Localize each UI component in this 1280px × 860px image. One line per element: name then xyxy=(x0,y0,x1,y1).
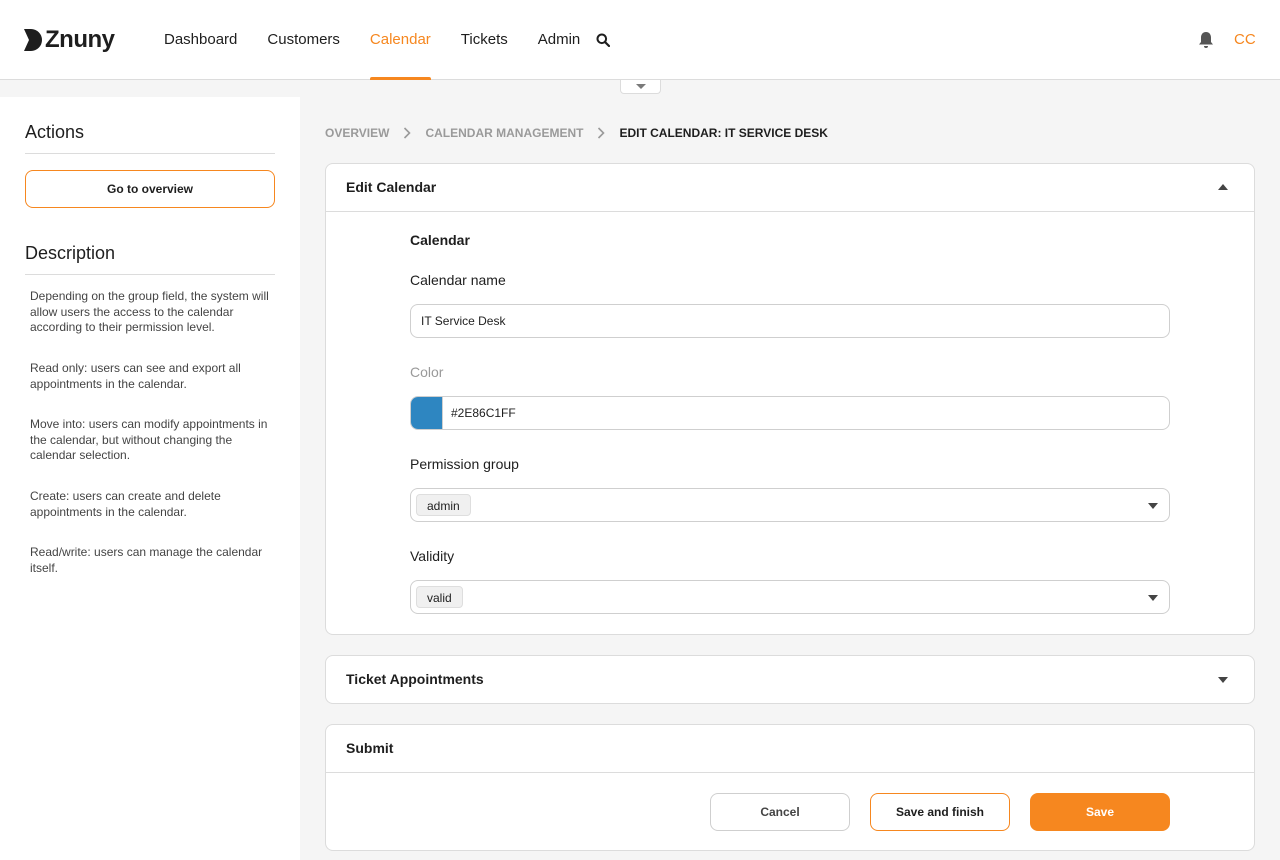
description-heading: Description xyxy=(25,243,275,275)
znuny-logo[interactable]: Znuny xyxy=(20,27,115,53)
color-swatch[interactable] xyxy=(411,397,443,429)
description-paragraph: Move into: users can modify appointments… xyxy=(30,417,268,462)
submit-panel-header: Submit xyxy=(326,725,1254,772)
validity-label: Validity xyxy=(410,548,455,564)
chevron-right-icon xyxy=(404,127,412,139)
selected-tag: valid xyxy=(416,586,463,608)
selected-tag: admin xyxy=(416,494,471,516)
chevron-down-icon xyxy=(1148,595,1158,601)
breadcrumb-overview[interactable]: Overview xyxy=(325,126,389,140)
chevron-up-icon xyxy=(1218,184,1228,190)
section-title: Calendar xyxy=(410,232,470,248)
save-button[interactable]: Save xyxy=(1030,793,1170,831)
description-paragraph: Depending on the group field, the system… xyxy=(30,289,269,334)
description-paragraph: Read/write: users can manage the calenda… xyxy=(30,545,263,575)
ticket-appointments-panel: Ticket Appointments xyxy=(325,655,1255,704)
edit-calendar-panel: Edit Calendar Calendar Calendar name Col… xyxy=(325,163,1255,635)
nav-customers[interactable]: Customers xyxy=(267,0,340,80)
calendar-name-label: Calendar name xyxy=(410,272,506,288)
top-navigation-bar: Znuny Dashboard Customers Calendar Ticke… xyxy=(0,0,1280,80)
panel-title: Edit Calendar xyxy=(346,179,437,195)
description-paragraph: Read only: users can see and export all … xyxy=(30,361,241,391)
validity-select[interactable]: valid xyxy=(410,580,1170,614)
nav-calendar[interactable]: Calendar xyxy=(369,0,431,80)
chevron-down-icon xyxy=(1148,503,1158,509)
znuny-logo-icon xyxy=(24,29,42,51)
permission-group-select[interactable]: admin xyxy=(410,488,1170,522)
breadcrumb-calendar-management[interactable]: Calendar Management xyxy=(425,126,583,140)
description-paragraph: Create: users can create and delete appo… xyxy=(30,489,221,519)
save-and-finish-button[interactable]: Save and finish xyxy=(870,793,1010,831)
panel-title: Submit xyxy=(346,740,394,756)
brand-name: Znuny xyxy=(45,26,115,53)
ticket-appointments-panel-header[interactable]: Ticket Appointments xyxy=(326,656,1254,703)
main-nav: Dashboard Customers Calendar Tickets Adm… xyxy=(164,0,610,80)
go-to-overview-button[interactable]: Go to overview xyxy=(25,170,275,208)
breadcrumb-current: Edit Calendar: IT Service Desk xyxy=(619,126,828,140)
nav-tickets[interactable]: Tickets xyxy=(461,0,508,80)
edit-calendar-panel-header[interactable]: Edit Calendar xyxy=(326,164,1254,211)
search-icon[interactable] xyxy=(596,33,610,47)
chevron-right-icon xyxy=(598,127,606,139)
panel-title: Ticket Appointments xyxy=(346,671,484,687)
chevron-down-icon xyxy=(636,84,646,89)
color-value: #2E86C1FF xyxy=(451,406,516,420)
breadcrumb: Overview Calendar Management Edit Calend… xyxy=(325,126,828,140)
user-avatar-initials[interactable]: CC xyxy=(1234,31,1256,49)
color-label: Color xyxy=(410,364,444,380)
submit-panel: Submit Cancel Save and finish Save xyxy=(325,724,1255,851)
calendar-name-input[interactable] xyxy=(410,304,1170,338)
cancel-button[interactable]: Cancel xyxy=(710,793,850,831)
chevron-down-icon xyxy=(1218,677,1228,683)
header-collapse-toggle[interactable] xyxy=(620,80,661,94)
actions-heading: Actions xyxy=(25,122,275,154)
nav-dashboard[interactable]: Dashboard xyxy=(164,0,237,80)
calendar-form: Calendar Calendar name Color #2E86C1FF P… xyxy=(326,212,1254,634)
color-field[interactable]: #2E86C1FF xyxy=(410,396,1170,430)
nav-admin[interactable]: Admin xyxy=(538,0,581,80)
sidebar: Actions Go to overview Description Depen… xyxy=(0,97,300,860)
bell-icon[interactable] xyxy=(1198,31,1214,49)
submit-actions: Cancel Save and finish Save xyxy=(326,773,1254,851)
permission-group-label: Permission group xyxy=(410,456,519,472)
